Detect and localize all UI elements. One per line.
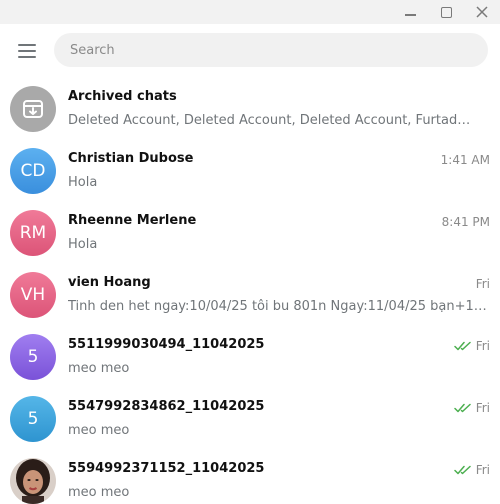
hamburger-menu-icon[interactable] (10, 38, 44, 64)
maximize-icon[interactable] (428, 0, 464, 24)
search-input[interactable] (54, 33, 488, 67)
minimize-icon[interactable] (392, 0, 428, 24)
chat-preview: Deleted Account, Deleted Account, Delete… (68, 113, 478, 128)
chat-time: 8:41 PM (441, 215, 490, 229)
chat-preview: meo meo (68, 423, 130, 438)
archive-icon (10, 86, 56, 132)
chat-time: Fri (453, 401, 490, 415)
chat-name: 5547992834862_11042025 (68, 399, 265, 414)
chat-row[interactable]: 5 5511999030494_11042025 Fri meo meo (0, 326, 500, 388)
avatar: 5 (10, 396, 56, 442)
chat-preview: meo meo (68, 485, 130, 500)
avatar: RM (10, 210, 56, 256)
chat-row[interactable]: 5 5547992834862_11042025 Fri meo meo (0, 388, 500, 450)
chat-name: 5594992371152_11042025 (68, 461, 265, 476)
double-check-icon (453, 403, 471, 413)
chat-row[interactable]: VH vien Hoang Fri Tinh den het ngay:10/0… (0, 264, 500, 326)
chat-time: Fri (475, 277, 490, 291)
avatar: CD (10, 148, 56, 194)
avatar: 5 (10, 334, 56, 380)
chat-preview: meo meo (68, 361, 130, 376)
avatar-photo (10, 458, 56, 504)
chat-name: Christian Dubose (68, 151, 194, 166)
double-check-icon (453, 341, 471, 351)
close-icon[interactable] (464, 0, 500, 24)
avatar: VH (10, 272, 56, 318)
chat-time: Fri (453, 463, 490, 477)
chat-list-header (0, 24, 500, 76)
chat-time: 1:41 AM (440, 153, 490, 167)
chat-preview: Hola (68, 175, 98, 190)
chat-preview: Hola (68, 237, 98, 252)
chat-row[interactable]: 5594992371152_11042025 Fri meo meo (0, 450, 500, 504)
chat-name: Archived chats (68, 89, 177, 104)
chat-row[interactable]: RM Rheenne Merlene 8:41 PM Hola (0, 202, 500, 264)
chat-preview: Tinh den het ngay:10/04/25 tôi bu 801n N… (68, 299, 488, 314)
chat-row[interactable]: CD Christian Dubose 1:41 AM Hola (0, 140, 500, 202)
chat-time: Fri (453, 339, 490, 353)
chat-list: Archived chats Deleted Account, Deleted … (0, 78, 500, 504)
double-check-icon (453, 465, 471, 475)
chat-name: vien Hoang (68, 275, 151, 290)
title-bar (0, 0, 500, 24)
chat-name: 5511999030494_11042025 (68, 337, 265, 352)
chat-name: Rheenne Merlene (68, 213, 197, 228)
chat-row-archived[interactable]: Archived chats Deleted Account, Deleted … (0, 78, 500, 140)
